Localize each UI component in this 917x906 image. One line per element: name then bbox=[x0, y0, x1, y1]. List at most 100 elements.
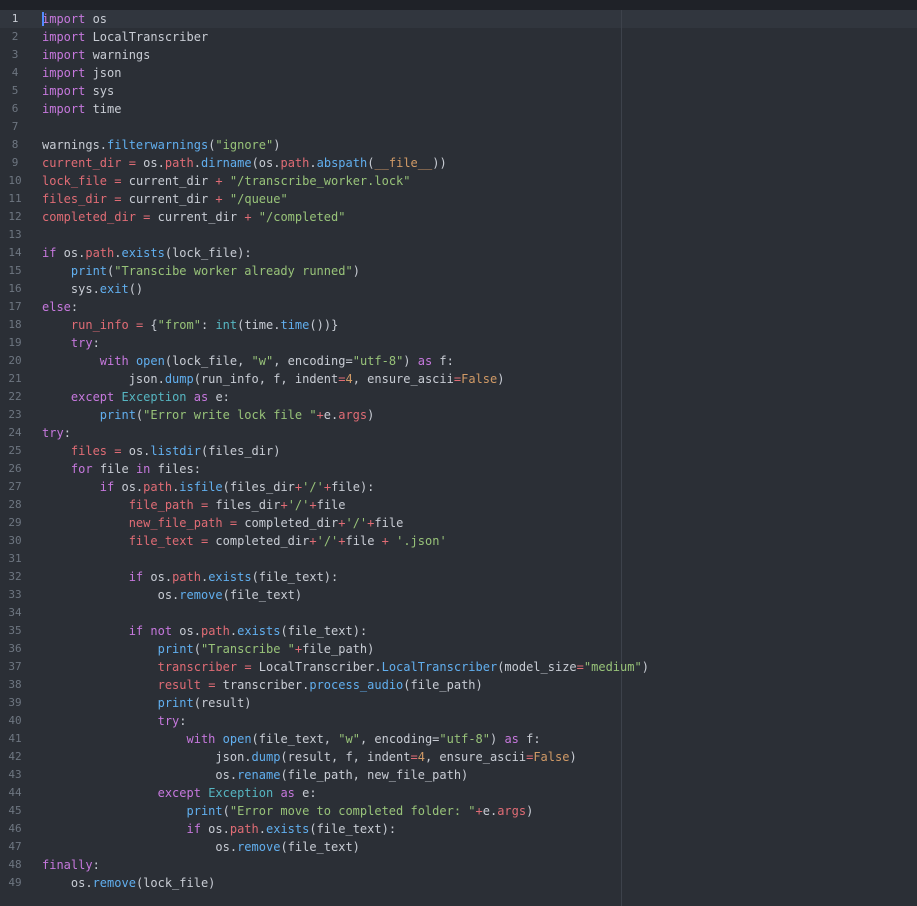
code-line[interactable]: 12 completed_dir = current_dir + "/comple… bbox=[0, 208, 917, 226]
line-code[interactable]: try: bbox=[42, 424, 71, 442]
code-line[interactable]: 19 try: bbox=[0, 334, 917, 352]
line-number: 24 bbox=[8, 426, 22, 439]
code-line[interactable]: 38 result = transcriber.process_audio(fi… bbox=[0, 676, 917, 694]
code-line[interactable]: 41 with open(file_text, "w", encoding="u… bbox=[0, 730, 917, 748]
line-code[interactable]: file_text = completed_dir+'/'+file + '.j… bbox=[42, 532, 447, 550]
line-code[interactable]: run_info = {"from": int(time.time())} bbox=[42, 316, 338, 334]
line-code[interactable]: import LocalTranscriber bbox=[42, 28, 208, 46]
code-line[interactable]: 17 else: bbox=[0, 298, 917, 316]
code-line[interactable]: 18 run_info = {"from": int(time.time())} bbox=[0, 316, 917, 334]
code-line[interactable]: 2 import LocalTranscriber bbox=[0, 28, 917, 46]
code-line[interactable]: 16 sys.exit() bbox=[0, 280, 917, 298]
line-code[interactable]: completed_dir = current_dir + "/complete… bbox=[42, 208, 345, 226]
code-line[interactable]: 10 lock_file = current_dir + "/transcribe… bbox=[0, 172, 917, 190]
line-code[interactable]: result = transcriber.process_audio(file_… bbox=[42, 676, 483, 694]
line-code[interactable]: warnings.filterwarnings("ignore") bbox=[42, 136, 280, 154]
code-line[interactable]: 44 except Exception as e: bbox=[0, 784, 917, 802]
line-code[interactable]: if os.path.isfile(files_dir+'/'+file): bbox=[42, 478, 375, 496]
line-code[interactable]: import json bbox=[42, 64, 121, 82]
line-code[interactable]: json.dump(result, f, indent=4, ensure_as… bbox=[42, 748, 576, 766]
code-line[interactable]: 33 os.remove(file_text) bbox=[0, 586, 917, 604]
code-line[interactable]: 29 new_file_path = completed_dir+'/'+fil… bbox=[0, 514, 917, 532]
code-line[interactable]: 15 print("Transcibe worker already runne… bbox=[0, 262, 917, 280]
code-token: transcriber. bbox=[215, 678, 310, 692]
code-editor[interactable]: 1 import os 2 import LocalTranscriber 3 impor… bbox=[0, 10, 917, 906]
line-code[interactable]: if not os.path.exists(file_text): bbox=[42, 622, 367, 640]
line-code[interactable]: sys.exit() bbox=[42, 280, 143, 298]
code-line[interactable]: 27 if os.path.isfile(files_dir+'/'+file)… bbox=[0, 478, 917, 496]
code-line[interactable]: 11 files_dir = current_dir + "/queue" bbox=[0, 190, 917, 208]
code-line[interactable]: 46 if os.path.exists(file_text): bbox=[0, 820, 917, 838]
line-code[interactable]: with open(file_text, "w", encoding="utf-… bbox=[42, 730, 541, 748]
line-code[interactable]: transcriber = LocalTranscriber.LocalTran… bbox=[42, 658, 649, 676]
code-line[interactable]: 34 bbox=[0, 604, 917, 622]
line-code[interactable]: except Exception as e: bbox=[42, 784, 317, 802]
code-line[interactable]: 32 if os.path.exists(file_text): bbox=[0, 568, 917, 586]
line-code[interactable]: import warnings bbox=[42, 46, 150, 64]
line-code[interactable]: os.remove(file_text) bbox=[42, 838, 360, 856]
code-line[interactable]: 1 import os bbox=[0, 10, 917, 28]
line-code[interactable]: for file in files: bbox=[42, 460, 201, 478]
code-lines[interactable]: 1 import os 2 import LocalTranscriber 3 impor… bbox=[0, 10, 917, 892]
line-code[interactable]: if os.path.exists(file_text): bbox=[42, 820, 397, 838]
line-code[interactable]: print(result) bbox=[42, 694, 252, 712]
code-line[interactable]: 31 bbox=[0, 550, 917, 568]
code-line[interactable]: 20 with open(lock_file, "w", encoding="u… bbox=[0, 352, 917, 370]
code-line[interactable]: 5 import sys bbox=[0, 82, 917, 100]
line-code[interactable]: print("Transcibe worker already runned") bbox=[42, 262, 360, 280]
line-code[interactable]: os.remove(lock_file) bbox=[42, 874, 216, 892]
code-line[interactable]: 28 file_path = files_dir+'/'+file bbox=[0, 496, 917, 514]
line-number: 19 bbox=[8, 336, 22, 349]
code-line[interactable]: 13 bbox=[0, 226, 917, 244]
line-code[interactable]: files_dir = current_dir + "/queue" bbox=[42, 190, 288, 208]
line-code[interactable]: try: bbox=[42, 712, 187, 730]
code-line[interactable]: 39 print(result) bbox=[0, 694, 917, 712]
code-line[interactable]: 23 print("Error write lock file "+e.args… bbox=[0, 406, 917, 424]
code-line[interactable]: 35 if not os.path.exists(file_text): bbox=[0, 622, 917, 640]
line-code[interactable]: file_path = files_dir+'/'+file bbox=[42, 496, 346, 514]
line-code[interactable]: with open(lock_file, "w", encoding="utf-… bbox=[42, 352, 454, 370]
code-line[interactable]: 40 try: bbox=[0, 712, 917, 730]
code-line[interactable]: 4 import json bbox=[0, 64, 917, 82]
line-code[interactable]: lock_file = current_dir + "/transcribe_w… bbox=[42, 172, 411, 190]
code-line[interactable]: 42 json.dump(result, f, indent=4, ensure… bbox=[0, 748, 917, 766]
line-code[interactable]: except Exception as e: bbox=[42, 388, 230, 406]
code-line[interactable]: 26 for file in files: bbox=[0, 460, 917, 478]
code-line[interactable]: 24 try: bbox=[0, 424, 917, 442]
line-code[interactable]: print("Error move to completed folder: "… bbox=[42, 802, 534, 820]
line-code[interactable]: print("Error write lock file "+e.args) bbox=[42, 406, 375, 424]
line-code[interactable]: os.rename(file_path, new_file_path) bbox=[42, 766, 468, 784]
line-code[interactable]: files = os.listdir(files_dir) bbox=[42, 442, 281, 460]
code-line[interactable]: 49 os.remove(lock_file) bbox=[0, 874, 917, 892]
code-line[interactable]: 25 files = os.listdir(files_dir) bbox=[0, 442, 917, 460]
line-code[interactable]: new_file_path = completed_dir+'/'+file bbox=[42, 514, 404, 532]
line-code[interactable]: json.dump(run_info, f, indent = 4, ensure_… bbox=[42, 370, 505, 388]
line-code[interactable]: import sys bbox=[42, 82, 114, 100]
line-code[interactable]: if os.path.exists(lock_file): bbox=[42, 244, 252, 262]
code-line[interactable]: 36 print("Transcribe "+file_path) bbox=[0, 640, 917, 658]
line-code[interactable]: finally: bbox=[42, 856, 100, 874]
code-line[interactable]: 6 import time bbox=[0, 100, 917, 118]
code-line[interactable]: 43 os.rename(file_path, new_file_path) bbox=[0, 766, 917, 784]
code-line[interactable]: 3 import warnings bbox=[0, 46, 917, 64]
code-line[interactable]: 48 finally: bbox=[0, 856, 917, 874]
line-code[interactable]: else: bbox=[42, 298, 78, 316]
code-line[interactable]: 8 warnings.filterwarnings("ignore") bbox=[0, 136, 917, 154]
code-line[interactable]: 22 except Exception as e: bbox=[0, 388, 917, 406]
line-code[interactable]: os.remove(file_text) bbox=[42, 586, 303, 604]
line-code[interactable]: import os bbox=[42, 10, 107, 28]
code-line[interactable]: 21 json.dump(run_info, f, indent = 4, ensu… bbox=[0, 370, 917, 388]
line-code[interactable]: import time bbox=[42, 100, 121, 118]
code-line[interactable]: 9 current_dir = os.path.dirname(os.path.a… bbox=[0, 154, 917, 172]
code-line[interactable]: 37 transcriber = LocalTranscriber.LocalT… bbox=[0, 658, 917, 676]
code-line[interactable]: 7 bbox=[0, 118, 917, 136]
line-code[interactable]: if os.path.exists(file_text): bbox=[42, 568, 339, 586]
code-line[interactable]: 45 print("Error move to completed folder… bbox=[0, 802, 917, 820]
line-code[interactable]: try: bbox=[42, 334, 100, 352]
line-code[interactable]: current_dir = os.path.dirname(os.path.ab… bbox=[42, 154, 447, 172]
code-line[interactable]: 30 file_text = completed_dir+'/'+file + … bbox=[0, 532, 917, 550]
code-line[interactable]: 47 os.remove(file_text) bbox=[0, 838, 917, 856]
code-token: exists bbox=[237, 624, 281, 638]
line-code[interactable]: print("Transcribe "+file_path) bbox=[42, 640, 375, 658]
code-line[interactable]: 14 if os.path.exists(lock_file): bbox=[0, 244, 917, 262]
